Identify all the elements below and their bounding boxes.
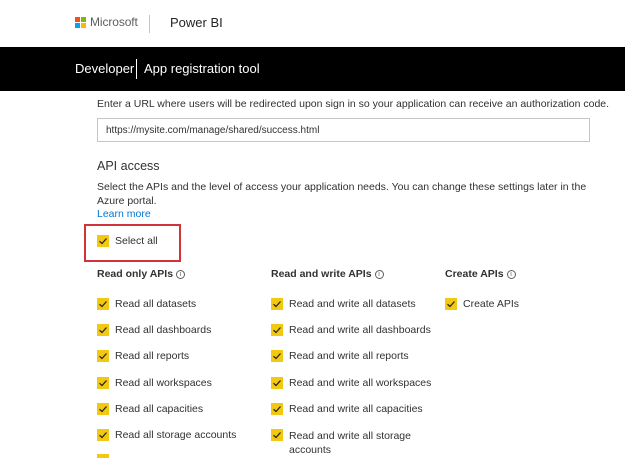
product-name[interactable]: Power BI	[170, 15, 223, 30]
write-storage-accounts-label[interactable]: Read and write all storage accounts	[289, 429, 429, 457]
read-datasets-label[interactable]: Read all datasets	[115, 298, 196, 310]
write-dashboards-label[interactable]: Read and write all dashboards	[289, 324, 431, 336]
next-api-checkbox[interactable]	[97, 454, 109, 458]
write-reports-checkbox[interactable]	[271, 350, 283, 362]
read-capacities-label[interactable]: Read all capacities	[115, 403, 203, 415]
write-reports-label[interactable]: Read and write all reports	[289, 350, 409, 362]
checkmark-icon	[99, 406, 107, 413]
write-capacities-checkbox[interactable]	[271, 403, 283, 415]
api-access-description: Select the APIs and the level of access …	[97, 181, 587, 207]
create-apis-checkbox[interactable]	[445, 298, 457, 310]
learn-more-link[interactable]: Learn more	[97, 208, 151, 220]
read-workspaces-checkbox[interactable]	[97, 377, 109, 389]
select-all-label[interactable]: Select all	[115, 235, 158, 247]
microsoft-logo-icon	[75, 17, 86, 28]
read-storage-accounts-checkbox[interactable]	[97, 429, 109, 441]
read-capacities-checkbox[interactable]	[97, 403, 109, 415]
read-reports-checkbox[interactable]	[97, 350, 109, 362]
read-datasets-checkbox[interactable]	[97, 298, 109, 310]
write-dashboards-checkbox[interactable]	[271, 324, 283, 336]
breadcrumb-bar: Developer App registration tool	[0, 47, 625, 91]
info-icon[interactable]: i	[374, 270, 384, 279]
write-capacities-label[interactable]: Read and write all capacities	[289, 403, 423, 415]
checkmark-icon	[99, 238, 107, 245]
breadcrumb-separator	[136, 59, 137, 79]
create-apis-header: Create APIs i	[445, 268, 516, 280]
checkmark-icon	[99, 301, 107, 308]
checkmark-icon	[99, 327, 107, 334]
header-divider	[149, 15, 150, 33]
checkmark-icon	[99, 432, 107, 439]
write-workspaces-checkbox[interactable]	[271, 377, 283, 389]
checkmark-icon	[273, 406, 281, 413]
write-storage-accounts-checkbox[interactable]	[271, 429, 283, 441]
write-datasets-checkbox[interactable]	[271, 298, 283, 310]
read-dashboards-label[interactable]: Read all dashboards	[115, 324, 211, 336]
create-apis-label[interactable]: Create APIs	[463, 298, 519, 310]
write-datasets-label[interactable]: Read and write all datasets	[289, 298, 416, 310]
checkmark-icon	[273, 432, 281, 439]
breadcrumb-app-registration-tool[interactable]: App registration tool	[144, 61, 260, 76]
select-all-checkbox[interactable]	[97, 235, 109, 247]
breadcrumb-developer[interactable]: Developer	[75, 61, 134, 76]
checkmark-icon	[273, 327, 281, 334]
redirect-url-instruction: Enter a URL where users will be redirect…	[97, 98, 610, 110]
checkmark-icon	[273, 353, 281, 360]
write-workspaces-label[interactable]: Read and write all workspaces	[289, 377, 431, 389]
brand-name[interactable]: Microsoft	[90, 15, 138, 29]
read-dashboards-checkbox[interactable]	[97, 324, 109, 336]
read-storage-accounts-label[interactable]: Read all storage accounts	[115, 429, 236, 441]
read-reports-label[interactable]: Read all reports	[115, 350, 189, 362]
read-write-apis-title: Read and write APIs	[271, 268, 372, 280]
api-access-title: API access	[97, 159, 160, 173]
info-icon[interactable]: i	[176, 270, 186, 279]
create-apis-title: Create APIs	[445, 268, 504, 280]
read-workspaces-label[interactable]: Read all workspaces	[115, 377, 212, 389]
checkmark-icon	[99, 353, 107, 360]
read-only-apis-header: Read only APIs i	[97, 268, 186, 280]
info-icon[interactable]: i	[506, 270, 516, 279]
read-only-apis-title: Read only APIs	[97, 268, 174, 280]
top-bar: Microsoft Power BI	[0, 0, 625, 47]
checkmark-icon	[273, 301, 281, 308]
checkmark-icon	[273, 380, 281, 387]
checkmark-icon	[447, 301, 455, 308]
read-write-apis-header: Read and write APIs i	[271, 268, 384, 280]
checkmark-icon	[99, 380, 107, 387]
redirect-url-input[interactable]	[97, 118, 590, 142]
